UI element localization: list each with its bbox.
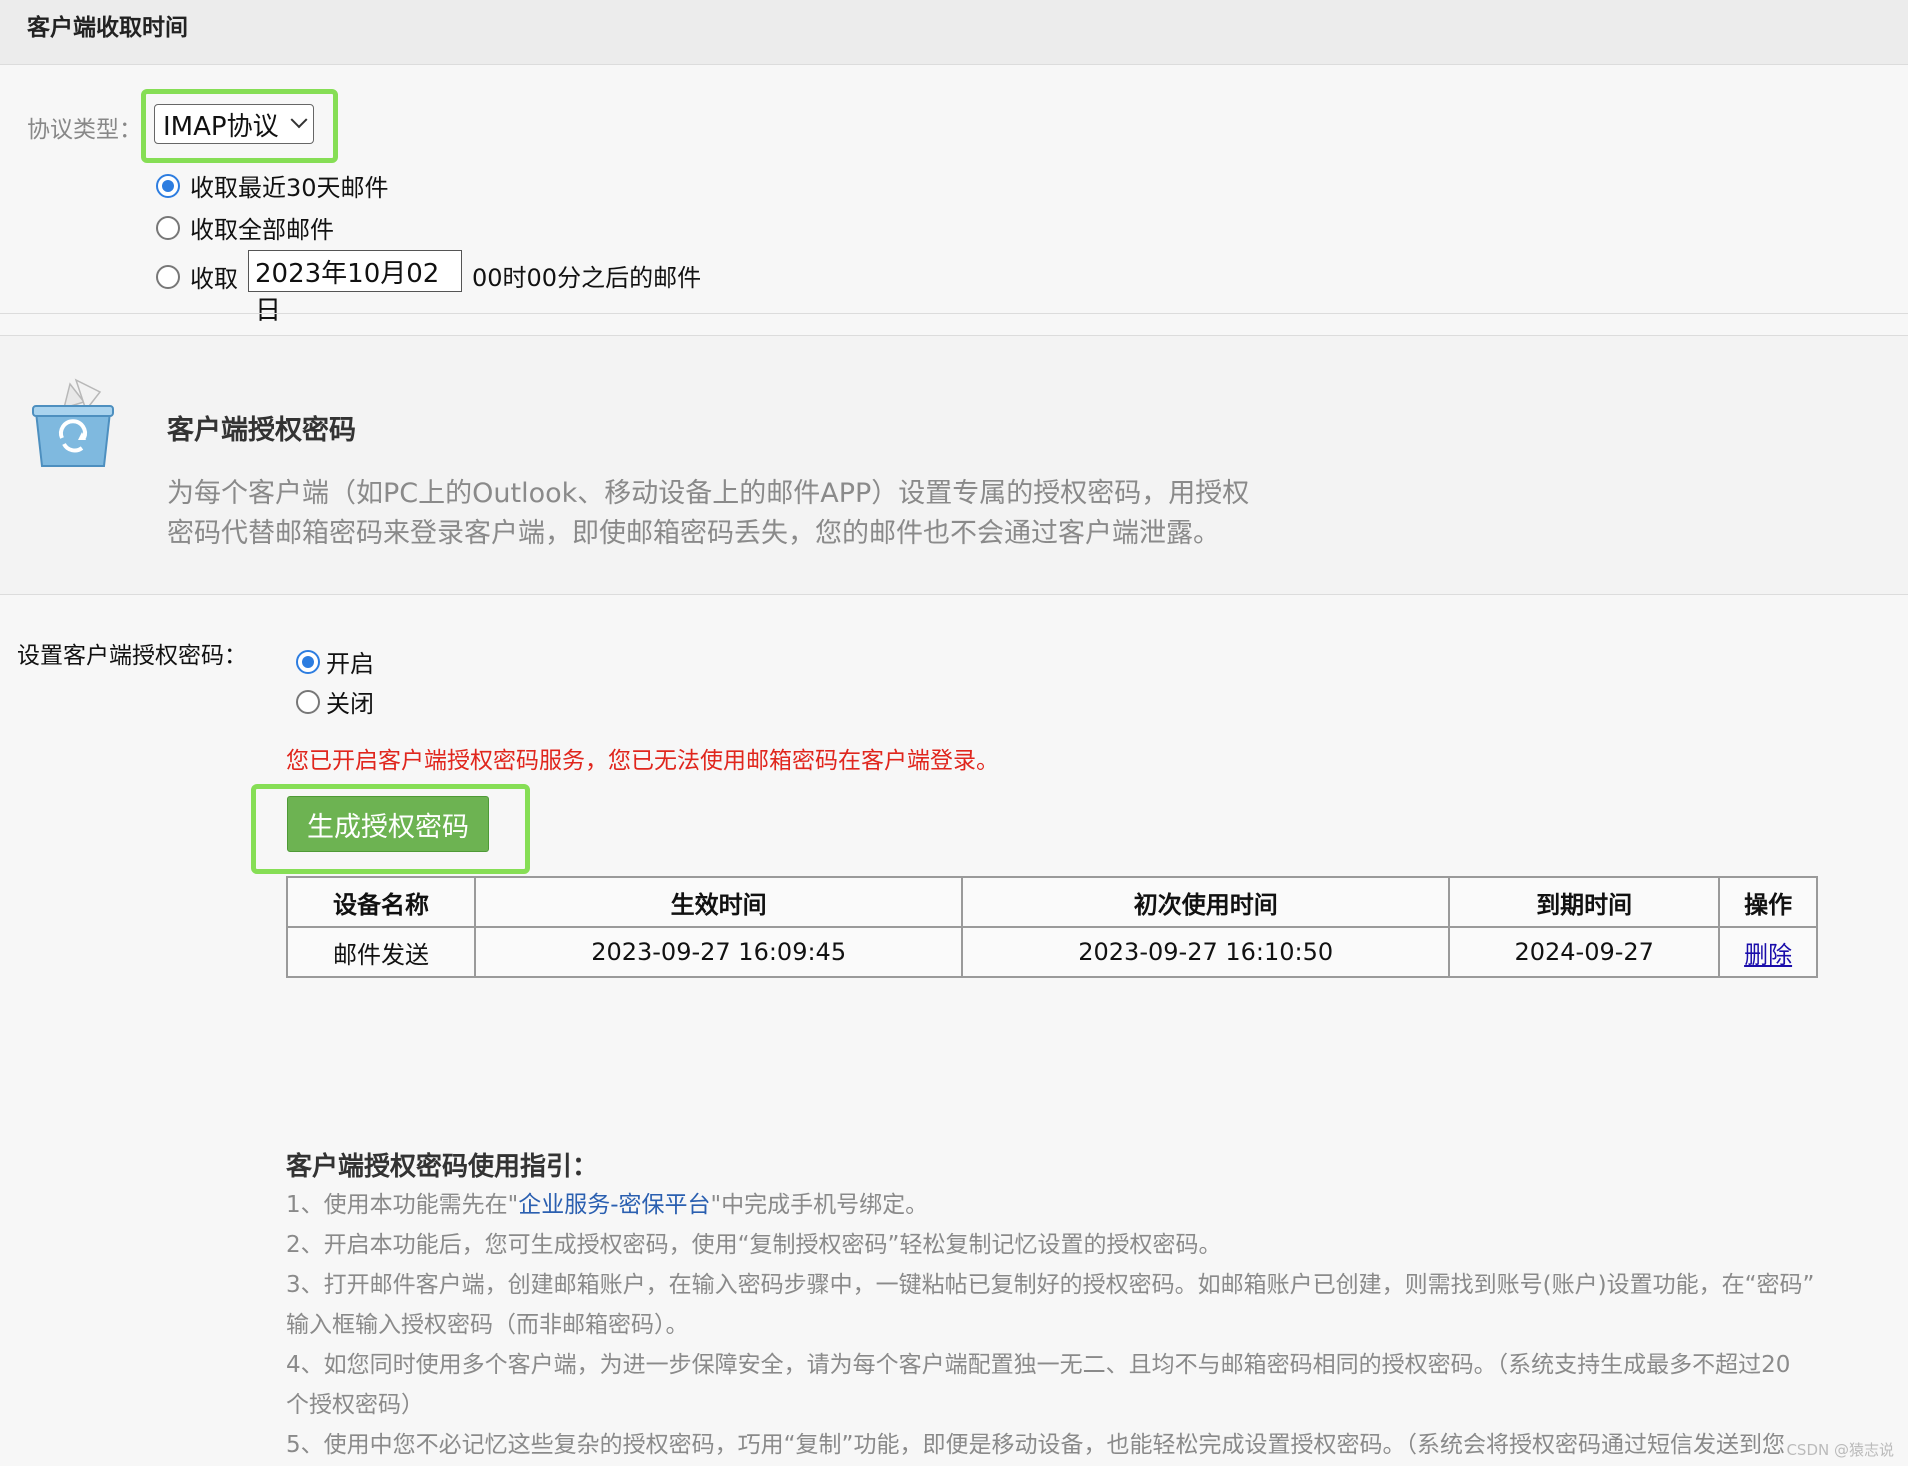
table-header: 到期时间 xyxy=(1448,876,1721,928)
guide-item: 4、如您同时使用多个客户端，为进一步保障安全，请为每个客户端配置独一无二、且均不… xyxy=(286,1352,1791,1378)
fetch-option-all[interactable]: 收取全部邮件 xyxy=(156,210,334,245)
radio-since-date[interactable] xyxy=(156,264,180,289)
guide-item: 3、打开邮件客户端，创建邮箱账户，在输入密码步骤中，一键粘帖已复制好的授权密码。… xyxy=(286,1272,1815,1298)
auth-intro-description: 为每个客户端（如PC上的Outlook、移动设备上的邮件APP）设置专属的授权密… xyxy=(167,474,1297,554)
protocol-label: 协议类型： xyxy=(27,117,142,143)
guide-list: 1、使用本功能需先在"企业服务-密保平台"中完成手机号绑定。 2、开启本功能后，… xyxy=(286,1185,1886,1465)
expiry-cell: 2024-09-27 xyxy=(1448,926,1721,978)
generate-password-button[interactable]: 生成授权密码 xyxy=(287,796,489,852)
auth-warning-text: 您已开启客户端授权密码服务，您已无法使用邮箱密码在客户端登录。 xyxy=(286,748,999,774)
guide-item: 1、使用本功能需先在"企业服务-密保平台"中完成手机号绑定。 xyxy=(286,1185,1886,1225)
watermark: CSDN @猿志说 xyxy=(1786,1441,1894,1459)
radio-all[interactable] xyxy=(156,215,180,240)
guide-item: 2、开启本功能后，您可生成授权密码，使用“复制授权密码”轻松复制记忆设置的授权密… xyxy=(286,1232,1222,1258)
first-use-time-cell: 2023-09-27 16:10:50 xyxy=(961,926,1451,978)
radio-disable[interactable] xyxy=(296,689,320,714)
fetch-since-prefix: 收取 xyxy=(190,265,238,293)
device-name-cell: 邮件发送 xyxy=(285,926,477,978)
divider xyxy=(0,313,1908,314)
divider xyxy=(0,594,1908,595)
guide-text: "中完成手机号绑定。 xyxy=(710,1192,929,1218)
auth-intro-panel xyxy=(0,336,1908,594)
section-header-bar xyxy=(0,0,1908,65)
protocol-select[interactable]: IMAP协议 xyxy=(154,104,314,144)
auth-on-label: 开启 xyxy=(326,650,374,678)
recycle-box-icon xyxy=(30,378,116,470)
auth-device-table: 设备名称 生效时间 初次使用时间 到期时间 操作 邮件发送 2023-09-27… xyxy=(285,876,1818,978)
section-title: 客户端收取时间 xyxy=(27,15,188,41)
auth-intro-line: 密码代替邮箱密码来登录客户端，即使邮箱密码丢失，您的邮件也不会通过客户端泄露。 xyxy=(167,518,1220,549)
auth-intro-line: 为每个客户端（如PC上的Outlook、移动设备上的邮件APP）设置专属的授权密… xyxy=(167,478,1250,509)
security-platform-link[interactable]: 企业服务-密保平台 xyxy=(518,1192,710,1218)
table-header: 操作 xyxy=(1718,876,1818,928)
guide-item: 5、使用中您不必记忆这些复杂的授权密码，巧用“复制”功能，即便是移动设备，也能轻… xyxy=(286,1432,1785,1458)
auth-off-label: 关闭 xyxy=(326,690,374,718)
auth-intro-title: 客户端授权密码 xyxy=(167,415,356,446)
auth-on-option[interactable]: 开启 xyxy=(296,644,374,679)
guide-text: 1、使用本功能需先在" xyxy=(286,1192,519,1218)
fetch-option-label: 收取最近30天邮件 xyxy=(190,174,389,202)
radio-30days[interactable] xyxy=(156,173,180,198)
fetch-option-since-date[interactable]: 收取 xyxy=(156,259,238,294)
guide-title: 客户端授权密码使用指引： xyxy=(286,1152,599,1182)
date-input[interactable]: 2023年10月02日 xyxy=(248,250,462,326)
protocol-select-value: IMAP协议 xyxy=(163,111,279,142)
table-row: 邮件发送 2023-09-27 16:09:45 2023-09-27 16:1… xyxy=(285,926,1818,978)
fetch-option-label: 收取全部邮件 xyxy=(190,216,334,244)
effective-time-cell: 2023-09-27 16:09:45 xyxy=(474,926,964,978)
table-header: 生效时间 xyxy=(474,876,964,928)
table-header: 初次使用时间 xyxy=(961,876,1451,928)
fetch-option-30days[interactable]: 收取最近30天邮件 xyxy=(156,168,389,203)
auth-setting-label: 设置客户端授权密码： xyxy=(17,643,247,669)
chevron-down-icon xyxy=(290,111,308,129)
fetch-since-suffix: 00时00分之后的邮件 xyxy=(472,264,702,292)
action-cell: 删除 xyxy=(1718,926,1818,978)
auth-off-option[interactable]: 关闭 xyxy=(296,684,374,719)
table-header: 设备名称 xyxy=(285,876,477,928)
delete-link[interactable]: 删除 xyxy=(1744,941,1792,969)
guide-item: 输入框输入授权密码（而非邮箱密码）。 xyxy=(286,1312,689,1338)
radio-enable[interactable] xyxy=(296,649,320,674)
guide-item: 个授权密码） xyxy=(286,1392,424,1418)
